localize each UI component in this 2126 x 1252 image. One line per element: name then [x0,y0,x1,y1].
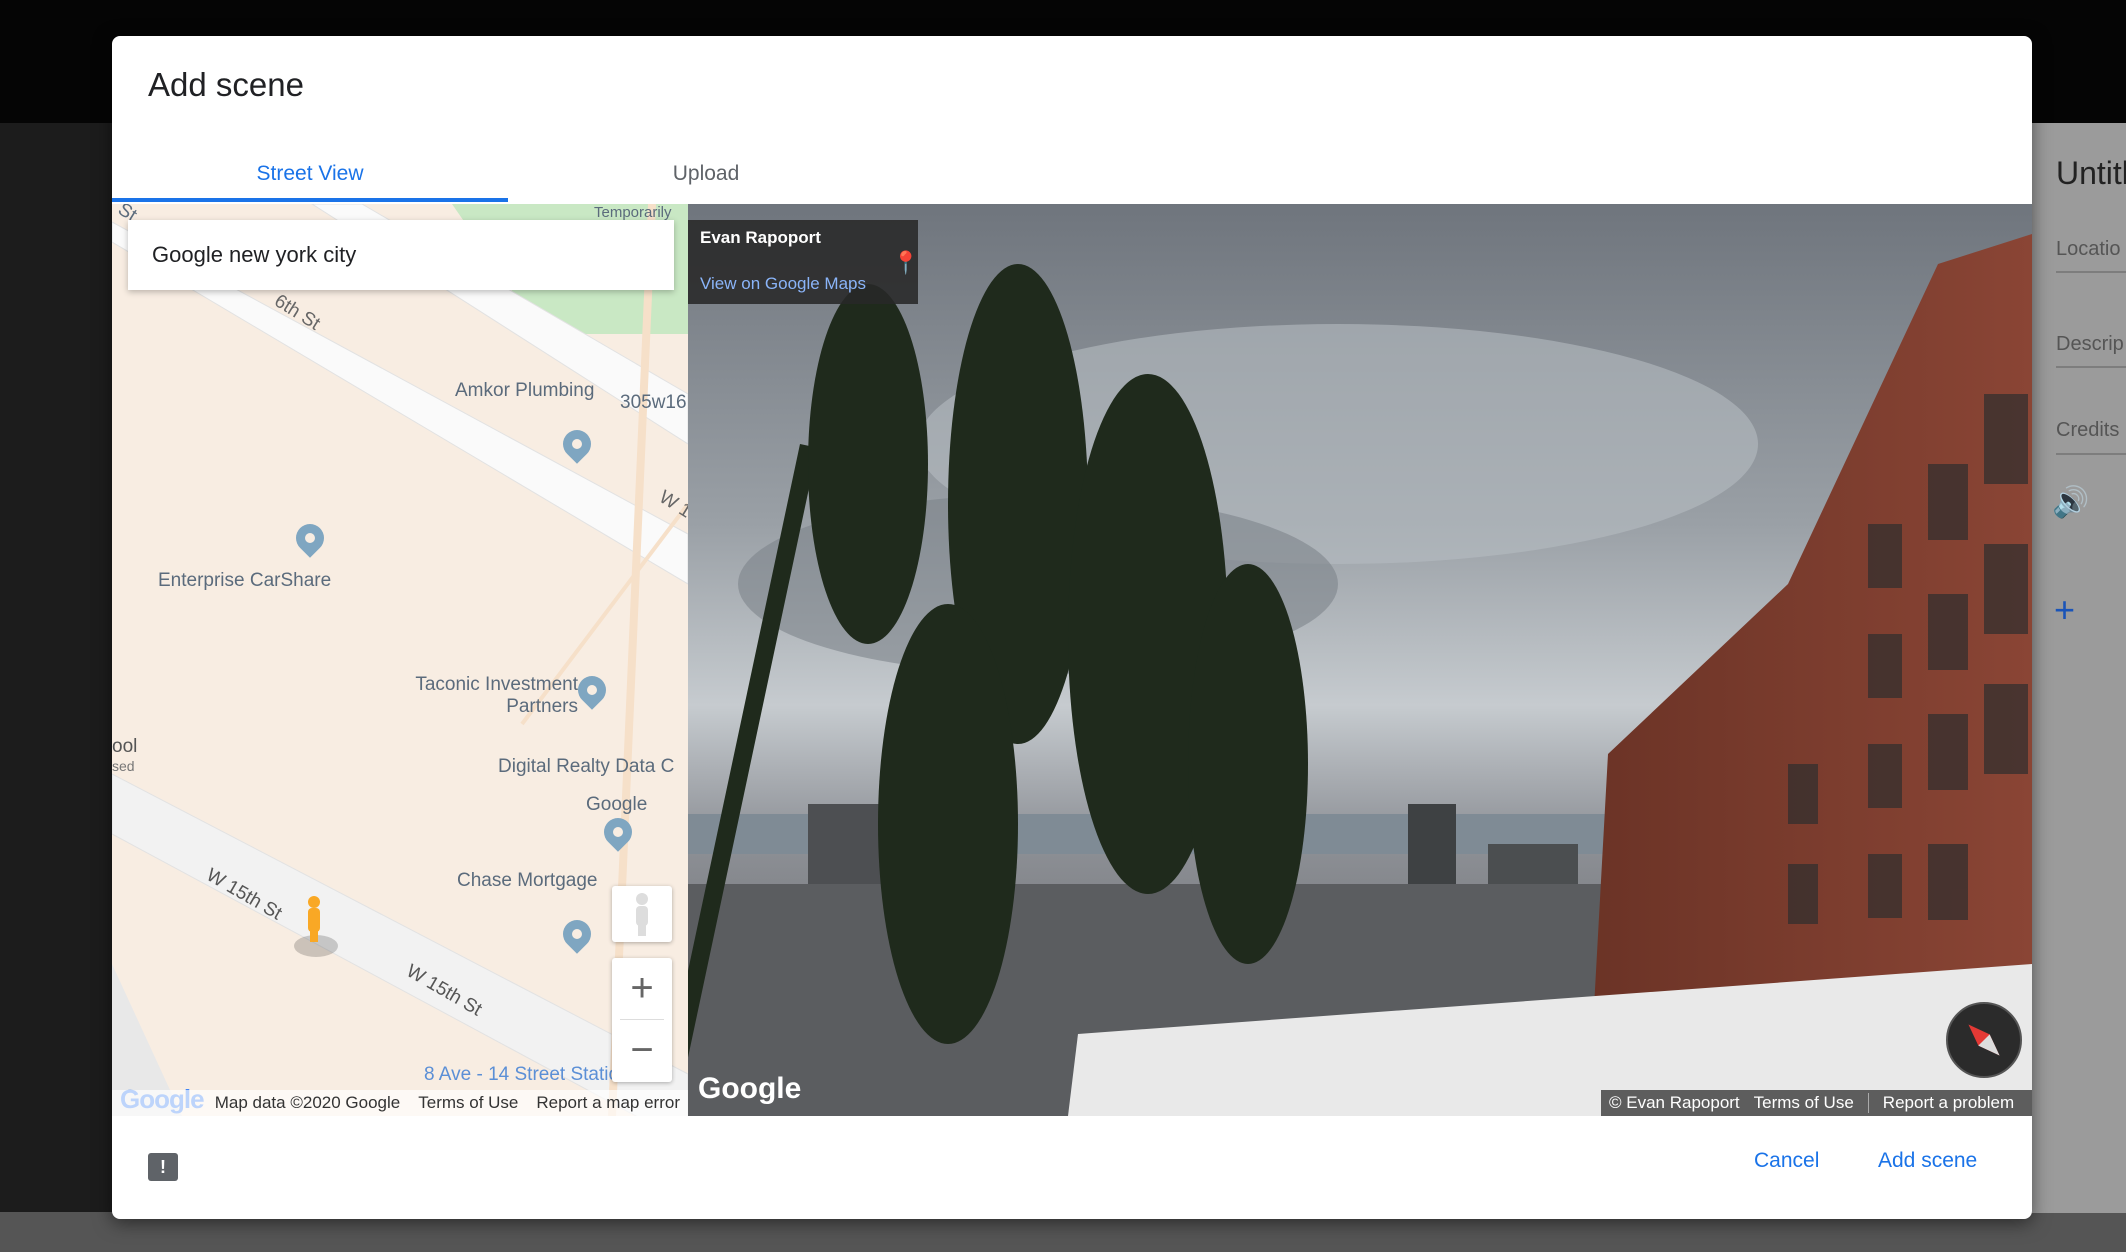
map-label-taconic: Taconic Investment Partners [415,674,578,717]
tab-bar: Street View Upload [112,146,2032,202]
pegman-button[interactable] [612,886,672,942]
description-underline [2056,366,2126,368]
zoom-control: + − [612,958,672,1082]
streetview-copyright: © Evan Rapoport [1609,1093,1740,1112]
map-label-station: 8 Ave - 14 Street Station [424,1064,630,1085]
dialog-title: Add scene [148,66,304,103]
map-label-school: ool [112,736,138,757]
zoom-in-icon[interactable]: + [612,958,672,1018]
tab-street-view[interactable]: Street View [112,146,508,202]
map-data-text: Map data ©2020 Google [214,1093,401,1112]
panel-title: Untitl [2056,155,2126,191]
panorama-scene [688,234,2032,1116]
map-pin-icon: 📍 [892,250,920,275]
street-view-panorama[interactable]: Evan Rapoport View on Google Maps 📍 Goog… [688,204,2032,1116]
attribution-separator [1867,1093,1869,1113]
map-label-amkor: Amkor Plumbing [455,380,595,401]
feedback-icon[interactable]: ! [148,1153,178,1181]
report-map-error-link[interactable]: Report a map error [536,1093,680,1113]
cancel-button[interactable]: Cancel [1754,1136,1819,1186]
streetview-terms-link[interactable]: Terms of Use [1754,1093,1854,1113]
panorama-info-card: Evan Rapoport View on Google Maps 📍 [688,220,920,304]
zoom-out-icon[interactable]: − [612,1020,672,1080]
map-label-digital-realty: Digital Realty Data C [498,756,675,777]
streetview-attribution: © Evan Rapoport Terms of Use Report a pr… [1601,1090,2032,1116]
photographer-name: Evan Rapoport [700,228,821,247]
location-underline [2056,271,2126,273]
volume-icon[interactable]: 🔊 [2052,485,2089,520]
map-attribution: Map data ©2020 Google Terms of Use Repor… [112,1090,688,1116]
map-label-305w16: 305w16 [620,392,687,413]
google-streetview-logo: Google [698,1072,802,1105]
add-scene-dialog: Add scene Street View Upload Temporarily… [112,36,2032,1219]
map-label-enterprise: Enterprise CarShare [158,570,332,591]
map-label-temporarily: Temporarily [594,204,672,221]
map-label-closed: sed [112,758,135,774]
credits-underline [2056,453,2126,455]
map-label-google: Google [586,794,648,815]
compass-icon[interactable] [1946,1002,2022,1078]
report-problem-link[interactable]: Report a problem [1883,1093,2014,1113]
tab-upload[interactable]: Upload [508,146,904,202]
compass-needle-icon [1968,1024,2000,1056]
map-panel[interactable]: Temporarily St 6th St Amkor Plumbing 305… [112,204,688,1116]
description-field[interactable]: Descrip [2056,333,2124,356]
map-terms-link[interactable]: Terms of Use [418,1093,518,1113]
view-on-google-maps-link[interactable]: View on Google Maps [700,274,866,294]
map-label-chase: Chase Mortgage [457,870,598,891]
add-icon[interactable]: + [2054,589,2075,631]
scene-details-panel: Untitl Locatio Descrip Credits 🔊 + [2032,123,2126,1213]
location-field[interactable]: Locatio [2056,238,2121,261]
credits-field[interactable]: Credits [2056,419,2119,442]
location-search-input[interactable]: Google new york city [128,220,674,290]
pegman-icon [636,893,648,936]
pegman-on-map-icon[interactable] [290,894,340,964]
map-roads [112,204,688,1116]
active-tab-indicator [112,198,508,202]
add-scene-button[interactable]: Add scene [1878,1136,1977,1186]
